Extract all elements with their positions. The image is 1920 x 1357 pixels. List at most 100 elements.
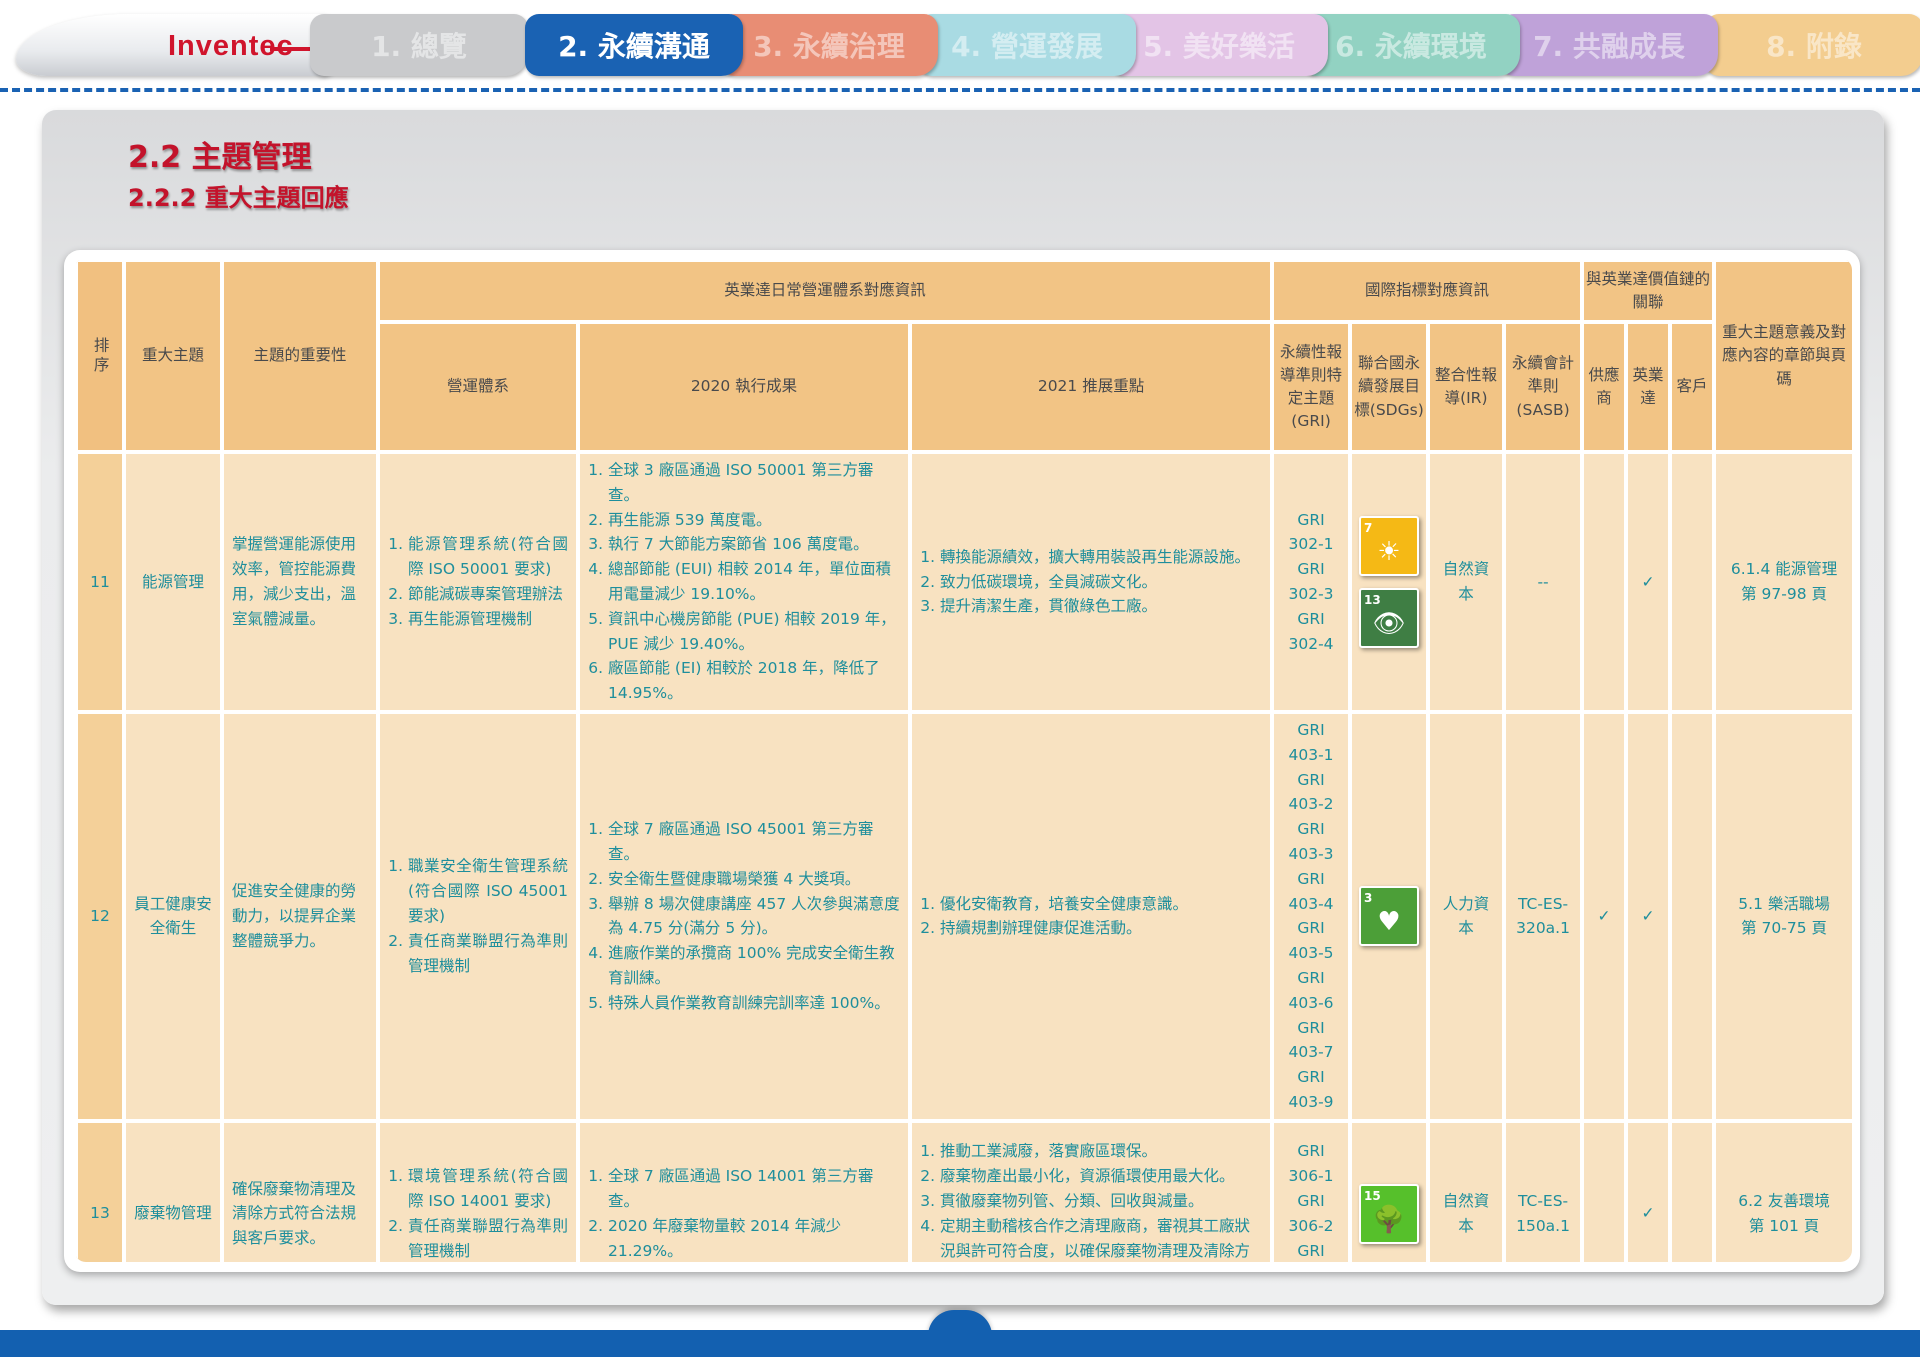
header-group-value: 與英業達價值鏈的關聯	[1580, 258, 1717, 324]
result-list-item: 安全衛生暨健康職場榮獲 4 大獎項。	[608, 867, 900, 892]
ops-system-cell: 職業安全衛生管理系統(符合國際 ISO 45001 要求)責任商業聯盟行為準則管…	[376, 709, 580, 1123]
tab-chapter-5[interactable]: 5. 美好樂活	[1110, 14, 1328, 76]
tab-chapter-2[interactable]: 2. 永續溝通	[525, 14, 743, 76]
top-navigation: 1. 總覽 2. 永續溝通 3. 永續治理 4. 營運發展 5. 美好樂活 6. 永續環境…	[0, 0, 1920, 96]
check-mark: ✓	[1641, 906, 1655, 925]
ops-list-item: 責任商業聯盟行為準則管理機制	[408, 1214, 568, 1262]
ir-value: 自然資本	[1442, 1191, 1490, 1235]
topic-cell: 廢棄物管理	[122, 1118, 224, 1262]
ops-list: 職業安全衛生管理系統(符合國際 ISO 45001 要求)責任商業聯盟行為準則管…	[388, 854, 568, 978]
header-focus-2021: 2021 推展重點	[907, 320, 1275, 454]
ir-cell: 自然資本	[1426, 1118, 1507, 1262]
sdg-7-sun-icon: 7 ☀	[1359, 515, 1420, 576]
focus-list-item: 貫徹廢棄物列管、分類、回收與減量。	[940, 1189, 1262, 1214]
rank-cell: 12	[74, 709, 126, 1123]
sdgs-cell: 7 ☀ 13 👁	[1348, 450, 1431, 714]
sasb-cell: TC-ES-320a.1	[1502, 709, 1585, 1123]
focus-2021-cell: 轉換能源績效，擴大轉用裝設再生能源設施。致力低碳環境，全員減碳文化。提升清潔生產…	[907, 450, 1275, 714]
importance-cell: 掌握營運能源使用效率，管控能源費用，減少支出，溫室氣體減量。	[220, 450, 380, 714]
ops-list-item: 環境管理系統(符合國際 ISO 14001 要求)	[408, 1164, 568, 1214]
meaning-cell: 6.1.4 能源管理第 97-98 頁	[1712, 450, 1852, 714]
table-row: 13廢棄物管理確保廢棄物清理及清除方式符合法規與客戶要求。環境管理系統(符合國際…	[74, 1118, 1852, 1262]
result-list-item: 特殊人員作業教育訓練完訓率達 100%。	[608, 991, 900, 1016]
tab-chapter-3[interactable]: 3. 永續治理	[720, 14, 938, 76]
focus-list: 推動工業減廢，落實廠區環保。廢棄物產出最小化，資源循環使用最大化。貫徹廢棄物列管…	[920, 1139, 1262, 1262]
focus-list-item: 轉換能源績效，擴大轉用裝設再生能源設施。	[940, 545, 1262, 570]
tab-chapter-7[interactable]: 7. 共融成長	[1500, 14, 1718, 76]
result-2020-cell: 全球 3 廠區通過 ISO 50001 第三方審查。再生能源 539 萬度電。執…	[576, 450, 912, 714]
result-list-item: 資訊中心機房節能 (PUE) 相較 2019 年，PUE 減少 19.40%。	[608, 607, 900, 657]
sasb-value: --	[1537, 572, 1549, 591]
header-inventec: 英業達	[1624, 320, 1673, 454]
meaning-cell: 5.1 樂活職場第 70-75 頁	[1712, 709, 1852, 1123]
page-ref: 第 101 頁	[1748, 1216, 1820, 1235]
result-list-item: 全球 7 廠區通過 ISO 14001 第三方審查。	[608, 1164, 900, 1214]
section-title: 2.2 主題管理	[128, 140, 312, 175]
meaning-cell: 6.2 友善環境第 101 頁	[1712, 1118, 1852, 1262]
bottom-bar	[0, 1330, 1920, 1357]
gri-codes: GRI 306-1 GRI 306-2 GRI 306-3	[1288, 1142, 1334, 1260]
check-mark: ✓	[1641, 1204, 1655, 1223]
tab-chapter-1[interactable]: 1. 總覽	[310, 14, 528, 76]
tab-chapter-6[interactable]: 6. 永續環境	[1302, 14, 1520, 76]
ops-list-item: 節能減碳專案管理辦法	[408, 582, 568, 607]
tab-chapter-8[interactable]: 8. 附錄	[1705, 14, 1920, 76]
inventec-logo[interactable]: Inventec	[168, 30, 294, 63]
ir-cell: 人力資本	[1426, 709, 1507, 1123]
inventec-cell: ✓	[1624, 1118, 1673, 1262]
header-group-ops: 英業達日常營運體系對應資訊	[375, 258, 1275, 324]
material-topics-table: 排序 重大主題 主題的重要性 英業達日常營運體系對應資訊 國際指標對應資訊 與英…	[74, 258, 1852, 1262]
focus-list-item: 優化安衛教育，培養安全健康意識。	[940, 892, 1262, 917]
header-sasb: 永續會計準則(SASB)	[1502, 320, 1585, 454]
importance-cell: 確保廢棄物清理及清除方式符合法規與客戶要求。	[220, 1118, 380, 1262]
supplier-cell: ✓	[1580, 709, 1629, 1123]
header-meaning: 重大主題意義及對應內容的章節與頁碼	[1712, 258, 1852, 454]
topic-name: 廢棄物管理	[134, 1204, 212, 1223]
check-mark: ✓	[1597, 906, 1611, 925]
ir-value: 自然資本	[1442, 560, 1490, 603]
importance-text: 確保廢棄物清理及清除方式符合法規與客戶要求。	[232, 1179, 357, 1248]
result-list-item: 總部節能 (EUI) 相較 2014 年，單位面積用電量減少 19.10%。	[608, 557, 900, 607]
gri-codes: GRI 403-1 GRI 403-2 GRI 403-3 GRI 403-4 …	[1288, 720, 1334, 1111]
tree-bird-icon: 🌳	[1372, 1204, 1406, 1235]
header-supplier: 供應商	[1580, 320, 1629, 454]
result-list-item: 舉辦 8 場次健康講座 457 人次參與滿意度為 4.75 分(滿分 5 分)。	[608, 892, 900, 942]
chapter-ref: 6.1.4 能源管理	[1730, 560, 1838, 579]
header-rank: 排序	[74, 258, 126, 454]
focus-2021-cell: 優化安衛教育，培養安全健康意識。持續規劃辦理健康促進活動。	[907, 709, 1275, 1123]
chapter-ref: 5.1 樂活職場	[1738, 894, 1830, 913]
result-list-item: 全球 3 廠區通過 ISO 50001 第三方審查。	[608, 458, 900, 508]
header-ops-system: 營運體系	[376, 320, 580, 454]
result-list: 全球 3 廠區通過 ISO 50001 第三方審查。再生能源 539 萬度電。執…	[588, 458, 900, 706]
dashed-divider	[0, 88, 1920, 92]
ops-system-cell: 環境管理系統(符合國際 ISO 14001 要求)責任商業聯盟行為準則管理機制	[376, 1118, 580, 1262]
sdg-icon-group: 7 ☀ 13 👁	[1359, 515, 1420, 648]
focus-list-item: 廢棄物產出最小化，資源循環使用最大化。	[940, 1164, 1262, 1189]
header-sdgs: 聯合國永續發展目標(SDGs)	[1348, 320, 1431, 454]
supplier-cell	[1580, 450, 1629, 714]
result-list-item: 進廠作業的承攬商 100% 完成安全衛生教育訓練。	[608, 941, 900, 991]
result-list-item: 執行 7 大節能方案節省 106 萬度電。	[608, 532, 900, 557]
ir-cell: 自然資本	[1426, 450, 1507, 714]
ops-list-item: 能源管理系統(符合國際 ISO 50001 要求)	[408, 532, 568, 582]
focus-list: 轉換能源績效，擴大轉用裝設再生能源設施。致力低碳環境，全員減碳文化。提升清潔生產…	[920, 545, 1262, 619]
customer-cell	[1668, 450, 1717, 714]
gri-cell: GRI 306-1 GRI 306-2 GRI 306-3	[1270, 1118, 1353, 1262]
header-gri: 永續性報導準則特定主題(GRI)	[1270, 320, 1353, 454]
topic-cell: 員工健康安全衛生	[122, 709, 224, 1123]
customer-cell	[1668, 1118, 1717, 1262]
check-mark: ✓	[1641, 572, 1655, 591]
focus-list-item: 定期主動稽核合作之清理廠商，審視其工廠狀況與許可符合度，以確保廢棄物清理及清除方…	[940, 1214, 1262, 1262]
sdg-3-heartbeat-icon: 3 ♥	[1359, 886, 1420, 947]
sasb-value: TC-ES-150a.1	[1516, 1191, 1570, 1235]
result-2020-cell: 全球 7 廠區通過 ISO 45001 第三方審查。安全衛生暨健康職場榮獲 4 …	[576, 709, 912, 1123]
tab-chapter-4[interactable]: 4. 營運發展	[918, 14, 1136, 76]
ops-list: 能源管理系統(符合國際 ISO 50001 要求)節能減碳專案管理辦法再生能源管…	[388, 532, 568, 631]
table-body: 11能源管理掌握營運能源使用效率，管控能源費用，減少支出，溫室氣體減量。能源管理…	[74, 450, 1852, 1262]
eye-earth-icon: 👁	[1372, 608, 1406, 639]
topic-cell: 能源管理	[122, 450, 224, 714]
gri-cell: GRI 302-1 GRI 302-3 GRI 302-4	[1270, 450, 1353, 714]
focus-list-item: 推動工業減廢，落實廠區環保。	[940, 1139, 1262, 1164]
sdg-icon-group: 15 🌳	[1359, 1183, 1420, 1244]
ops-list-item: 再生能源管理機制	[408, 607, 568, 632]
